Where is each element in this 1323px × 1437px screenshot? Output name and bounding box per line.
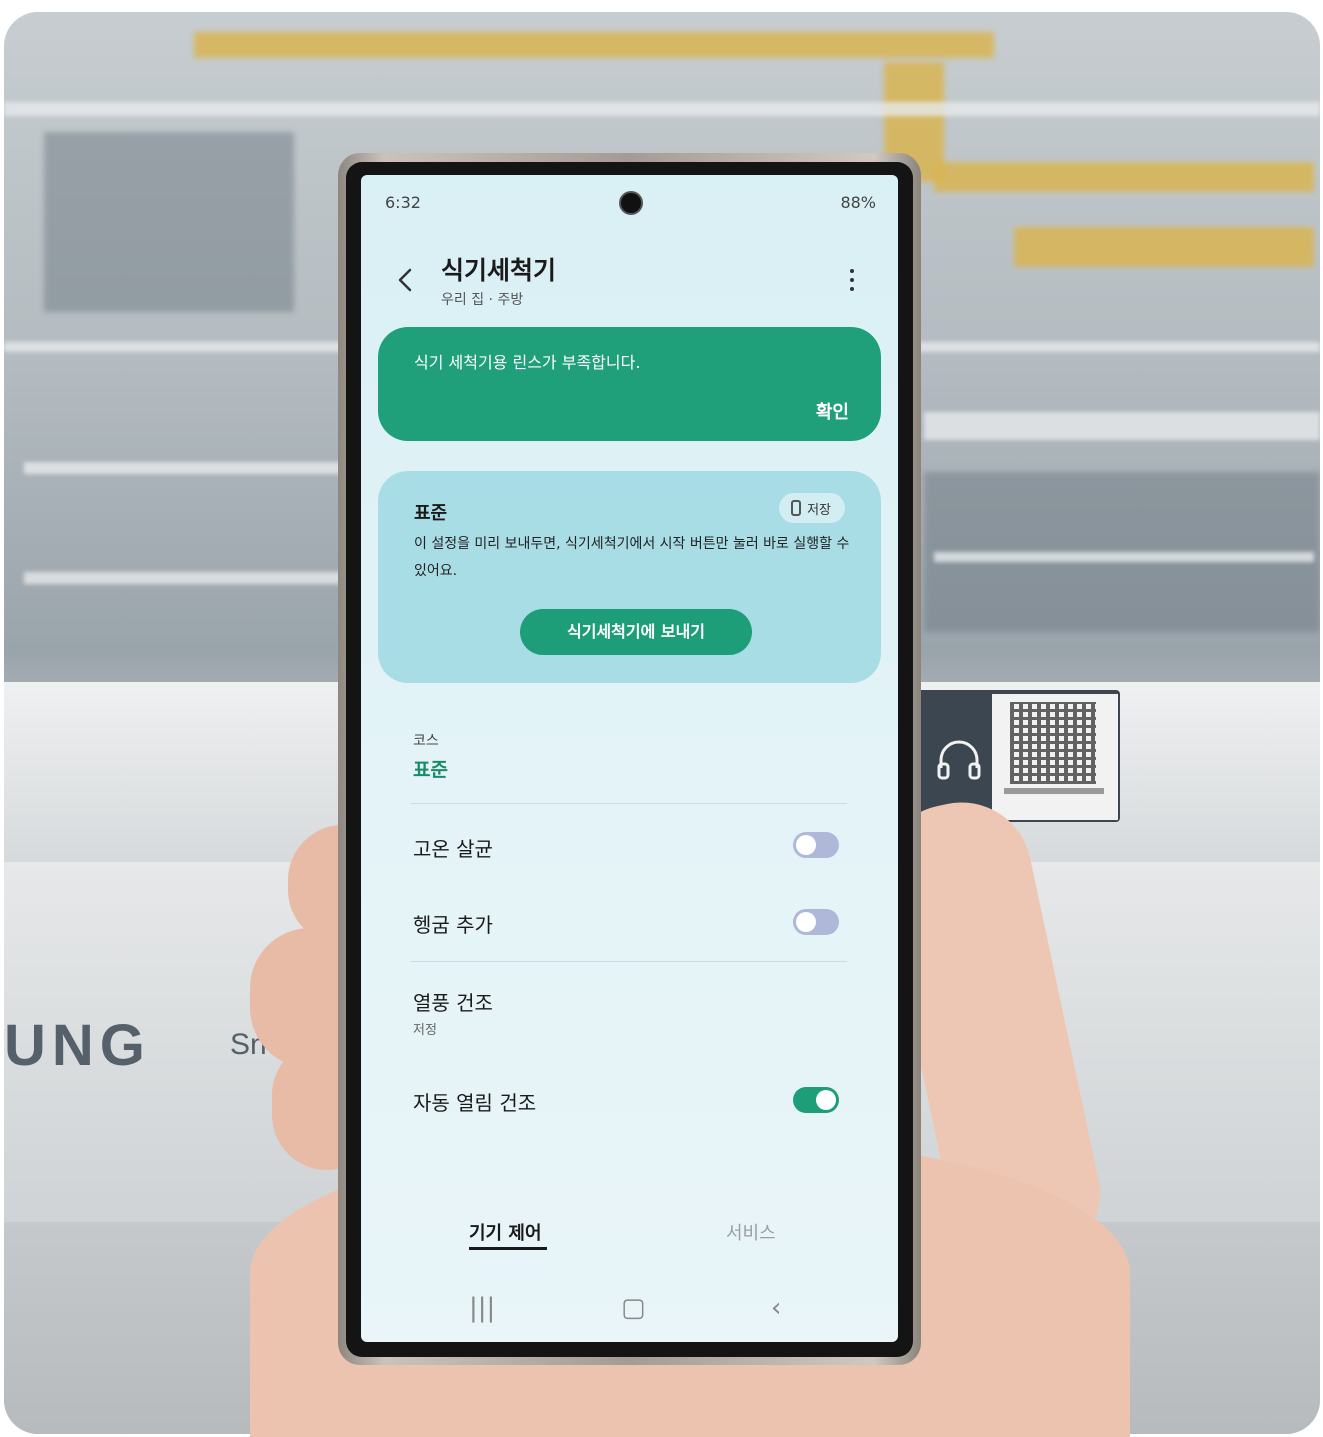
back-nav-button[interactable]: ‹ [771,1293,781,1323]
course-label: 코스 [413,733,439,749]
alert-message: 식기 세척기용 린스가 부족합니다. [414,353,641,372]
hot-air-dry-value: 저정 [413,1023,437,1038]
tab-device-control[interactable]: 기기 제어 [469,1219,542,1245]
brand-logo: UNG [4,1013,151,1078]
qr-caption [1004,788,1104,794]
recents-nav-button[interactable]: ||| [469,1293,495,1323]
back-arrow-icon[interactable] [393,267,419,293]
status-time: 6:32 [385,193,421,212]
save-icon [791,500,802,516]
tab-service[interactable]: 서비스 [726,1219,776,1245]
divider [411,803,847,804]
auto-open-dry-toggle[interactable] [793,1087,839,1113]
high-temp-sanitize-toggle[interactable] [793,832,839,858]
battery-level: 88% [840,193,876,212]
option-high-temp-sanitize: 고온 살균 [413,837,493,861]
option-auto-open-dry: 자동 열림 건조 [413,1091,537,1115]
option-extra-rinse: 헹굼 추가 [413,913,493,937]
extra-rinse-toggle[interactable] [793,909,839,935]
qr-code [1010,702,1096,784]
page-subtitle: 우리 집 · 주방 [441,292,524,308]
divider [411,961,847,962]
save-chip[interactable]: 저장 [779,493,845,523]
preset-description: 이 설정을 미리 보내두면, 식기세척기에서 시작 버튼만 눌러 바로 실행할 … [414,536,850,579]
phone-screen: 6:32 88% 식기세척기 우리 집 · 주방 식기 세척기용 린스가 부족합… [361,175,898,1342]
more-options-icon[interactable] [848,269,856,299]
page-title: 식기세척기 [441,256,557,285]
front-camera [619,191,643,215]
option-hot-air-dry[interactable]: 열풍 건조 [413,987,493,1016]
alert-confirm-button[interactable]: 확인 [816,398,849,424]
send-to-dishwasher-button[interactable]: 식기세척기에 보내기 [520,609,752,655]
headset-icon [937,740,981,780]
preset-title: 표준 [414,503,448,524]
alert-banner: 식기 세척기용 린스가 부족합니다. 확인 [378,327,881,441]
home-nav-button[interactable]: ▢ [621,1293,646,1323]
course-value[interactable]: 표준 [413,755,448,782]
tab-active-indicator [469,1247,547,1250]
save-chip-label: 저장 [807,502,831,518]
preset-card: 표준 저장 이 설정을 미리 보내두면, 식기세척기에서 시작 버튼만 눌러 바… [378,471,881,683]
